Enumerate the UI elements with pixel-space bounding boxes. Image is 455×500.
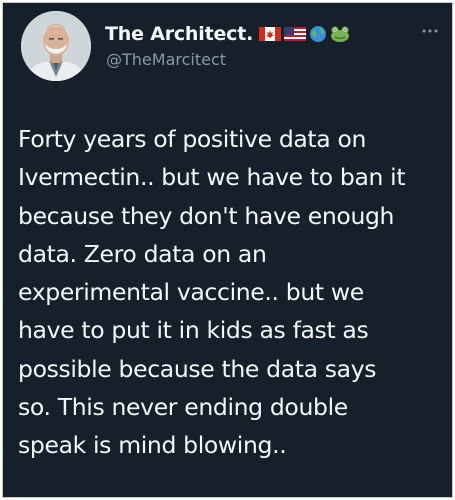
tweet-text-line: experimental vaccine.. but we bbox=[18, 278, 364, 307]
display-name[interactable]: The Architect. bbox=[105, 23, 253, 45]
usa-flag-icon bbox=[284, 27, 307, 41]
tweet-text-line: so. This never ending double bbox=[18, 393, 348, 422]
avatar[interactable] bbox=[21, 11, 91, 81]
display-name-row: The Architect. bbox=[105, 21, 350, 47]
tweet-text-line: speak is mind blowing.. bbox=[18, 431, 287, 460]
canada-flag-icon bbox=[259, 27, 282, 41]
tweet-text-line: because they don't have enough bbox=[18, 201, 395, 230]
tweet-card: The Architect. @TheMarcitect Forty years… bbox=[2, 2, 453, 498]
globe-icon bbox=[310, 26, 327, 42]
tweet-text-line: data. Zero data on an bbox=[18, 239, 267, 268]
user-handle[interactable]: @TheMarcitect bbox=[106, 50, 226, 69]
tweet-text-line: possible because the data says bbox=[18, 354, 377, 383]
elderly-man-avatar-icon bbox=[21, 11, 91, 81]
tweet-text-line: Forty years of positive data on bbox=[18, 125, 367, 153]
name-emojis bbox=[259, 25, 350, 43]
tweet-text-line: have to put it in kids as fast as bbox=[18, 316, 369, 345]
tweet-text-line: Ivermectin.. but we have to ban it bbox=[18, 163, 406, 192]
more-dots-svg bbox=[422, 29, 438, 33]
frog-icon bbox=[331, 26, 350, 42]
more-dots-icon[interactable] bbox=[422, 25, 438, 35]
tweet-text: Forty years of positive data on Ivermect… bbox=[18, 120, 450, 465]
